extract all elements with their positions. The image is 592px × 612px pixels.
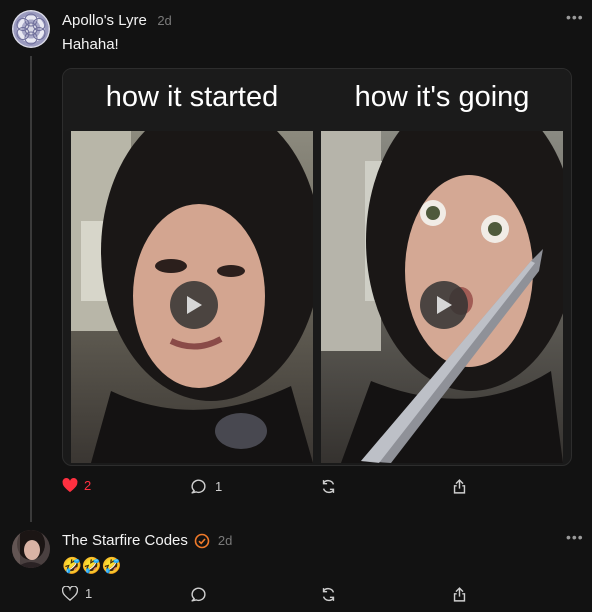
post-reply-button[interactable]: 1 (190, 478, 222, 495)
post-like-count: 2 (84, 478, 92, 493)
media-caption-left: how it started (105, 81, 279, 113)
reply-timestamp: 2d (217, 533, 233, 548)
ellipsis-icon: ••• (566, 9, 584, 25)
video-panel-left[interactable] (71, 131, 313, 463)
reply-author-avatar[interactable] (12, 530, 50, 568)
post-header: Apollo's Lyre 2d (62, 12, 172, 30)
post-media-card[interactable]: how it started how it's going (62, 68, 572, 466)
play-button-left[interactable] (170, 281, 218, 329)
post-repost-button[interactable] (320, 478, 337, 495)
share-icon (453, 479, 466, 494)
reply-like-button[interactable]: 1 (62, 586, 92, 601)
reply-header: The Starfire Codes 2d (62, 532, 232, 549)
post-like-button[interactable]: 2 (62, 478, 91, 493)
avatar-photo (12, 530, 50, 568)
play-button-right[interactable] (420, 281, 468, 329)
reply-text: 🤣🤣🤣 (62, 558, 122, 575)
reply-more-button[interactable]: ••• (566, 529, 584, 545)
post-timestamp: 2d (157, 13, 172, 28)
heart-icon (62, 586, 78, 601)
post-more-button[interactable]: ••• (566, 9, 584, 25)
reply-author-name[interactable]: The Starfire Codes (62, 532, 188, 549)
play-icon (187, 296, 202, 314)
post-reply-count: 1 (215, 479, 223, 494)
post-text: Hahaha! (62, 36, 119, 53)
play-icon (437, 296, 452, 314)
verified-check-icon (194, 533, 210, 548)
reply-repost-button[interactable] (320, 586, 337, 603)
reply-reply-button[interactable] (190, 586, 207, 603)
post-author-name[interactable]: Apollo's Lyre (62, 12, 147, 29)
avatar-pattern (16, 13, 46, 45)
reply-like-count: 1 (85, 586, 93, 601)
comment-icon (191, 479, 206, 494)
repost-icon (322, 587, 335, 602)
comment-icon (191, 587, 206, 602)
video-panel-right[interactable] (321, 131, 563, 463)
thread-line (30, 56, 32, 522)
heart-filled-icon (62, 478, 78, 493)
reply-share-button[interactable] (451, 586, 468, 603)
post-share-button[interactable] (451, 478, 468, 495)
media-caption-right: how it's going (354, 81, 530, 113)
ellipsis-icon: ••• (566, 529, 584, 545)
repost-icon (322, 479, 335, 494)
share-icon (453, 587, 466, 602)
post-author-avatar[interactable] (12, 10, 50, 48)
